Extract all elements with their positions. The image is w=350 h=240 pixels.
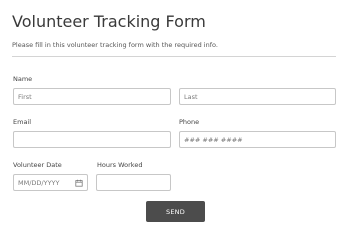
volunteer-form-page: Volunteer Tracking Form Please fill in t… <box>0 0 350 237</box>
form-title: Volunteer Tracking Form <box>12 12 206 31</box>
last-name-input[interactable] <box>179 88 336 105</box>
first-name-input[interactable] <box>13 88 171 105</box>
phone-label: Phone <box>179 118 200 126</box>
volunteer-date-label: Volunteer Date <box>13 161 62 169</box>
phone-input[interactable] <box>179 131 336 148</box>
header-divider <box>12 56 336 57</box>
hours-worked-input[interactable] <box>96 174 171 191</box>
send-button[interactable]: SEND <box>146 201 205 222</box>
email-label: Email <box>13 118 32 126</box>
hours-worked-label: Hours Worked <box>97 161 143 169</box>
calendar-icon[interactable] <box>75 179 83 187</box>
email-input[interactable] <box>13 131 171 148</box>
name-label: Name <box>13 75 33 83</box>
form-description: Please fill in this volunteer tracking f… <box>12 41 218 49</box>
